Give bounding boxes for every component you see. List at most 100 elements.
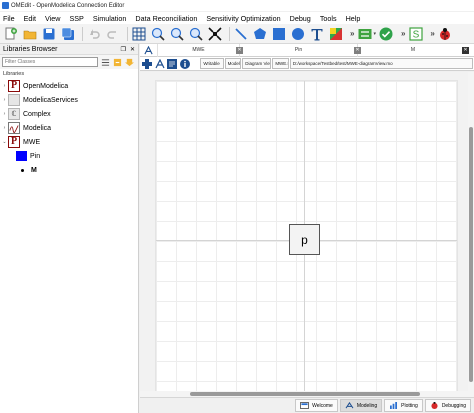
simulation-setup-button[interactable]: S <box>408 26 423 41</box>
ellipse-tool-button[interactable] <box>290 26 305 41</box>
diagram-editor: p <box>140 72 474 397</box>
modelica-library-icon <box>8 122 20 134</box>
fit-to-diagram-button[interactable] <box>207 26 222 41</box>
perspective-label: Plotting <box>401 402 418 409</box>
menu-sensitivity-optimization[interactable]: Sensitivity Optimization <box>206 14 280 23</box>
bitmap-icon <box>329 27 342 40</box>
open-folder-button[interactable] <box>22 26 37 41</box>
component-label: p <box>301 232 308 247</box>
bitmap-tool-button[interactable] <box>328 26 343 41</box>
connect-mode-button[interactable] <box>357 26 372 41</box>
app-icon <box>2 2 9 9</box>
diagram-view-button[interactable] <box>155 58 166 69</box>
filter-classes-input[interactable] <box>2 57 98 67</box>
tree-item-label: Complex <box>23 110 51 118</box>
zoom-reset-icon <box>170 27 184 41</box>
connect-dropdown-icon[interactable]: ▾ <box>373 31 376 37</box>
save-icon <box>43 28 54 39</box>
line-tool-button[interactable] <box>233 26 248 41</box>
toolbar-overflow-icon[interactable]: » <box>430 29 434 38</box>
debugging-perspective-button[interactable]: Debugging <box>424 399 471 412</box>
redo-button[interactable] <box>105 26 120 41</box>
menu-file[interactable]: File <box>3 14 15 23</box>
component-p[interactable]: p <box>289 224 320 255</box>
new-file-button[interactable] <box>3 26 18 41</box>
expand-arrow-icon[interactable]: › <box>1 97 8 103</box>
tree-item-label: Pin <box>30 152 41 160</box>
menu-debug[interactable]: Debug <box>290 14 311 23</box>
tree-item-modelicaservices[interactable]: › ModelicaServices <box>0 93 138 107</box>
grid-toggle-button[interactable] <box>131 26 146 41</box>
tree-item-m[interactable]: M <box>0 163 138 177</box>
ladybug-icon <box>430 402 439 410</box>
filter-options-icon[interactable] <box>100 57 110 67</box>
debugger-button[interactable] <box>438 26 453 41</box>
menu-tools[interactable]: Tools <box>320 14 337 23</box>
tab-label: M <box>410 47 416 53</box>
close-icon[interactable]: ✕ <box>462 46 469 54</box>
diagram-canvas[interactable]: p <box>155 80 458 392</box>
menu-help[interactable]: Help <box>346 14 361 23</box>
zoom-out-button[interactable] <box>188 26 203 41</box>
writable-status: Writable <box>200 58 224 69</box>
menu-ssp[interactable]: SSP <box>69 14 83 23</box>
libraries-browser-header: Libraries Browser ❐ ✕ <box>0 44 138 55</box>
icon-view-button[interactable] <box>142 58 153 69</box>
tab-mwe[interactable]: MWE ✕ <box>158 43 243 57</box>
documentation-view-button[interactable] <box>180 58 191 69</box>
undock-icon[interactable]: ❐ <box>121 46 126 53</box>
diagram-view-icon <box>155 58 165 68</box>
toolbar-overflow-icon[interactable]: » <box>401 29 405 38</box>
horizontal-scrollbar-thumb[interactable] <box>190 392 420 396</box>
tree-item-pin[interactable]: Pin <box>0 149 138 163</box>
tree-item-complex[interactable]: › ℂ Complex <box>0 107 138 121</box>
save-all-button[interactable] <box>60 26 75 41</box>
save-button[interactable] <box>41 26 56 41</box>
welcome-perspective-button[interactable]: Welcome <box>295 399 338 412</box>
tree-item-modelica[interactable]: › Modelica <box>0 121 138 135</box>
perspective-label: Welcome <box>312 402 333 409</box>
tree-item-label: MWE <box>23 138 41 146</box>
text-view-button[interactable] <box>167 58 178 69</box>
menu-edit[interactable]: Edit <box>24 14 36 23</box>
folder-icon <box>23 30 36 39</box>
expand-arrow-icon[interactable] <box>124 57 134 67</box>
polygon-tool-button[interactable] <box>252 26 267 41</box>
expand-arrow-icon[interactable]: › <box>1 125 8 131</box>
menu-view[interactable]: View <box>45 14 60 23</box>
new-file-icon <box>5 27 17 39</box>
tab-m[interactable]: M ✕ <box>358 44 469 57</box>
menu-data-reconciliation[interactable]: Data Reconciliation <box>135 14 197 23</box>
toolbar-separator <box>82 26 83 41</box>
redo-icon <box>106 30 116 39</box>
expand-arrow-icon[interactable]: › <box>1 111 8 117</box>
tab-modeling-icon[interactable] <box>140 43 158 57</box>
close-icon[interactable]: ✕ <box>130 46 135 53</box>
tree-item-openmodelica[interactable]: › P OpenModelica <box>0 79 138 93</box>
text-tool-button[interactable] <box>309 26 324 41</box>
rectangle-tool-button[interactable] <box>271 26 286 41</box>
class-type-status: Model <box>224 58 242 69</box>
icon-view-icon <box>142 58 153 69</box>
tab-pin[interactable]: Pin ✕ <box>240 43 361 57</box>
menu-simulation[interactable]: Simulation <box>93 14 127 23</box>
zoom-reset-button[interactable] <box>169 26 184 41</box>
blue-square-icon <box>16 151 27 161</box>
plotting-perspective-button[interactable]: Plotting <box>384 399 423 412</box>
collapse-arrow-icon[interactable]: ⌄ <box>1 139 8 145</box>
fit-icon <box>207 26 222 41</box>
collapse-all-icon[interactable] <box>112 57 122 67</box>
undo-button[interactable] <box>86 26 101 41</box>
expand-arrow-icon[interactable]: › <box>1 83 8 89</box>
zoom-in-button[interactable] <box>150 26 165 41</box>
toolbar-overflow-icon[interactable]: » <box>350 29 354 38</box>
tree-item-mwe[interactable]: ⌄ P MWE <box>0 135 138 149</box>
info-icon <box>180 58 191 69</box>
toolbar-separator <box>127 26 128 41</box>
modeling-perspective-button[interactable]: Modeling <box>339 399 383 412</box>
vertical-scrollbar[interactable] <box>468 72 474 397</box>
modelica-p-icon: P <box>8 136 20 148</box>
check-model-button[interactable] <box>379 26 394 41</box>
vertical-scrollbar-thumb[interactable] <box>469 127 473 382</box>
libraries-section-label: Libraries <box>3 71 25 77</box>
